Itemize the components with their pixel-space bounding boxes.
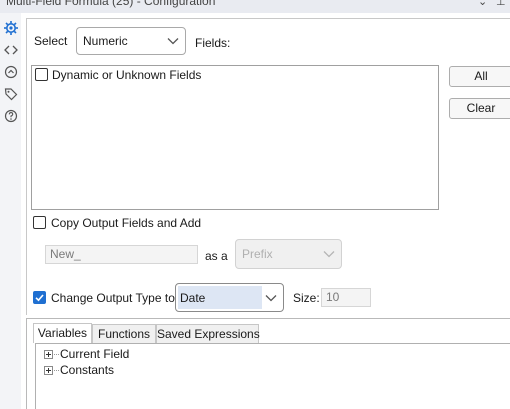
fields-list-item: Dynamic or Unknown Fields — [52, 68, 202, 82]
window-titlebar: Multi-Field Formula (25) - Configuration… — [0, 0, 510, 13]
fields-listbox[interactable] — [31, 65, 439, 210]
chevron-down-icon — [323, 250, 335, 258]
tree-node-label: Current Field — [60, 347, 130, 361]
expand-icon[interactable] — [44, 366, 53, 375]
gear-icon[interactable] — [3, 20, 19, 36]
chevron-down-icon[interactable]: ⌄ — [478, 0, 487, 8]
field-type-value: Numeric — [83, 34, 128, 48]
help-icon[interactable] — [3, 108, 19, 124]
tree-node-label: Constants — [60, 363, 115, 377]
pin-icon[interactable]: ⊥ — [496, 0, 506, 8]
config-tool-rail — [0, 13, 21, 409]
window-title: Multi-Field Formula (25) - Configuration — [6, 0, 216, 8]
chevron-down-icon — [167, 37, 179, 45]
size-label: Size: — [293, 291, 320, 305]
as-a-label: as a — [205, 249, 228, 263]
tab-saved-expressions[interactable]: Saved Expressions — [156, 324, 260, 343]
chevron-down-icon — [265, 294, 277, 302]
fields-label: Fields: — [195, 36, 231, 50]
expand-icon[interactable] — [44, 350, 53, 359]
output-type-value: Date — [180, 290, 206, 305]
select-all-button[interactable]: All — [449, 66, 510, 87]
anchor-icon[interactable] — [3, 64, 19, 80]
tab-variables[interactable]: Variables — [33, 323, 92, 343]
tab-functions[interactable]: Functions — [92, 324, 156, 343]
select-label: Select — [34, 34, 68, 48]
dynamic-fields-checkbox[interactable] — [35, 68, 48, 81]
code-icon[interactable] — [3, 42, 19, 58]
field-type-dropdown[interactable]: Numeric — [76, 27, 186, 55]
prefix-suffix-value: Prefix — [242, 247, 273, 261]
output-type-dropdown[interactable]: Date — [175, 283, 284, 312]
change-output-type-label: Change Output Type to — [51, 291, 175, 305]
tag-icon[interactable] — [3, 86, 19, 102]
copy-output-label: Copy Output Fields and Add — [51, 216, 202, 230]
size-input[interactable]: 10 — [321, 288, 371, 307]
copy-output-checkbox[interactable] — [33, 216, 46, 229]
clear-button[interactable]: Clear — [449, 98, 510, 119]
change-output-type-checkbox[interactable] — [33, 291, 46, 304]
prefix-suffix-dropdown[interactable]: Prefix — [235, 239, 342, 269]
new-field-name-input[interactable]: New_ — [45, 245, 198, 264]
